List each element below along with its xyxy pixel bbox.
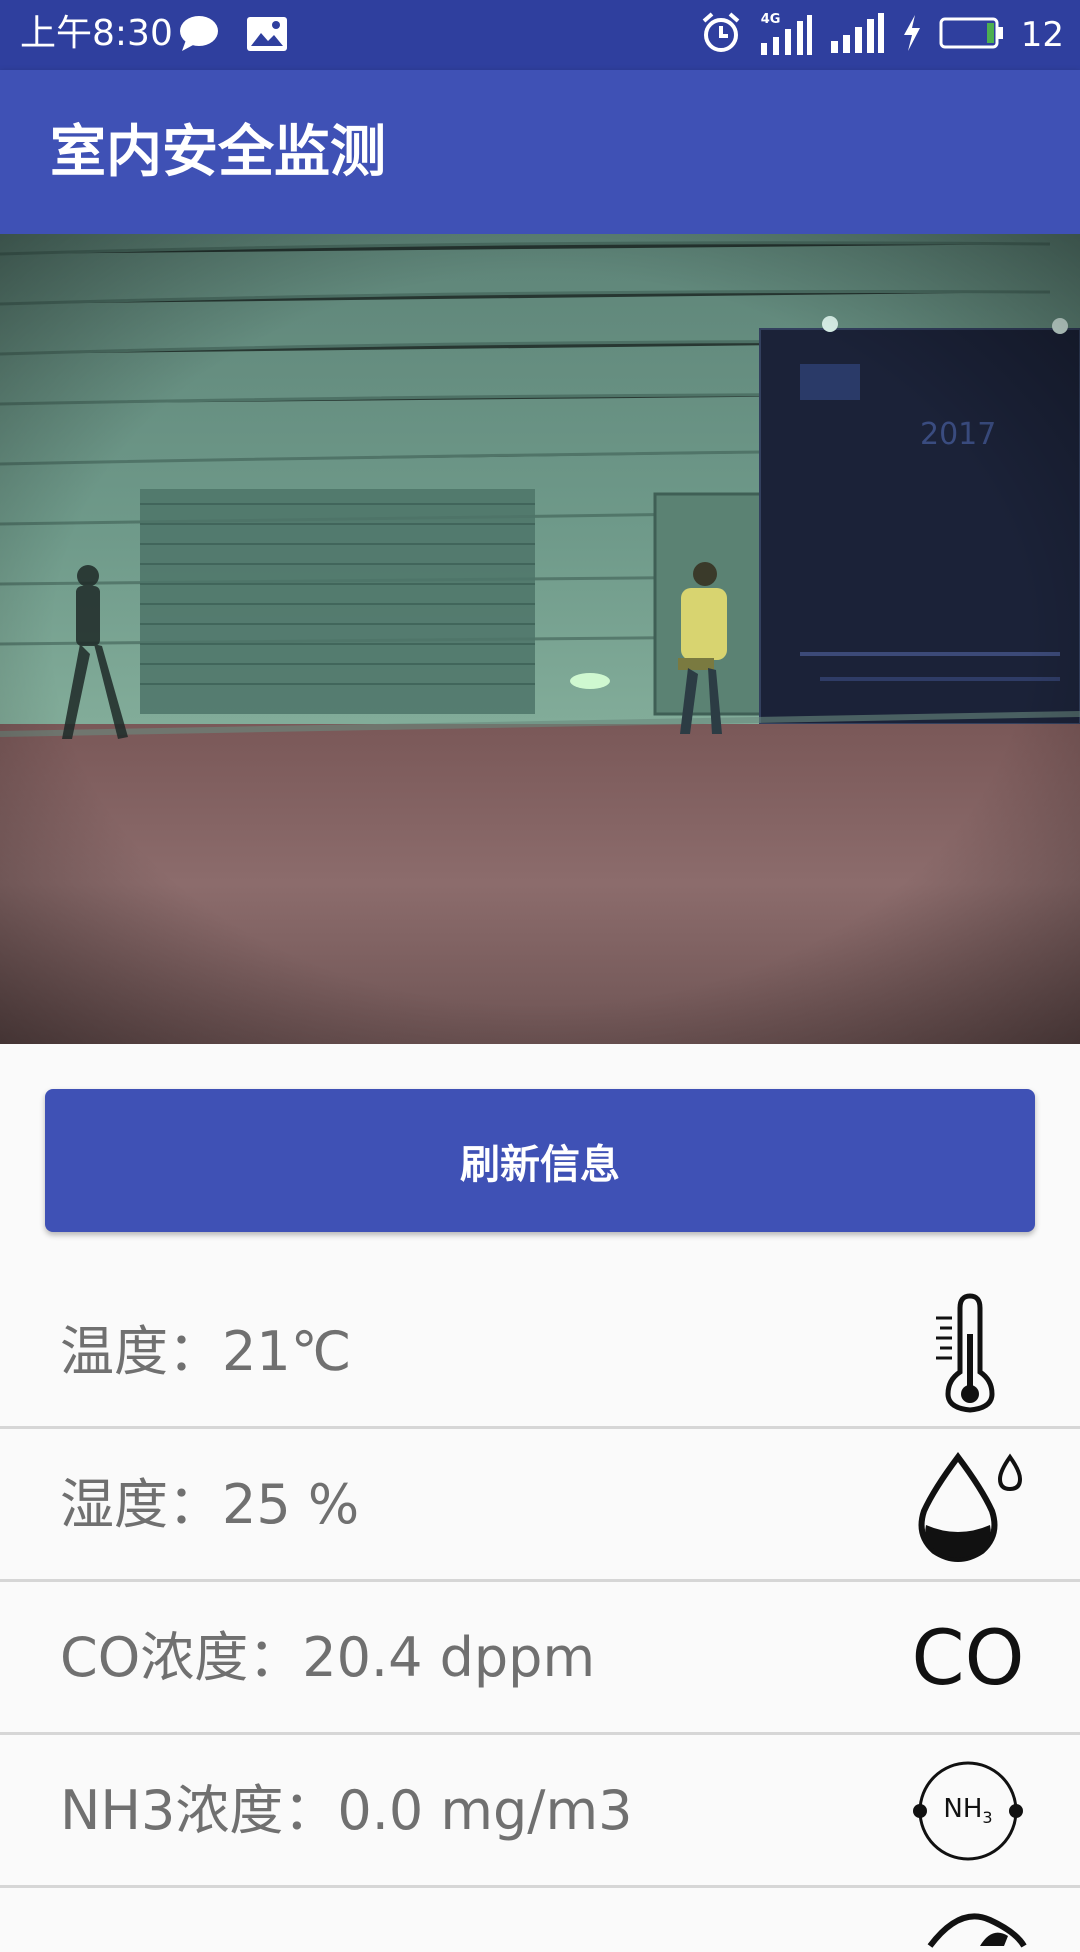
camera-feed: 2017 — [0, 234, 1080, 1044]
sensor-row-nh3: NH3浓度：0.0 mg/m3 NH3 — [0, 1735, 1080, 1888]
signal-bars-icon — [829, 11, 885, 59]
image-notification-icon — [246, 16, 288, 56]
sensor-row-partial — [0, 1888, 1080, 1948]
status-right-icons: 4G 12 — [699, 10, 1064, 60]
sensor-list: 温度：21℃ 湿度：25 % CO浓度：20.4 dppm CO NH3浓度：0… — [0, 1276, 1080, 1948]
signal-4g-icon: 4G — [759, 13, 813, 57]
nh3-icon: NH3 — [906, 1749, 1030, 1873]
humidity-drop-icon — [906, 1443, 1030, 1567]
status-bar: 上午8:30 4G 12 — [0, 0, 1080, 70]
thermometer-icon — [906, 1290, 1030, 1414]
refresh-info-button[interactable]: 刷新信息 — [45, 1089, 1035, 1232]
co-icon-text: CO — [911, 1613, 1025, 1702]
nh3-icon-label: NH3 — [943, 1794, 992, 1827]
humidity-reading: 湿度：25 % — [60, 1473, 360, 1536]
status-time: 上午8:30 — [20, 13, 173, 54]
sensor-row-temperature: 温度：21℃ — [0, 1276, 1080, 1429]
sensor-row-humidity: 湿度：25 % — [0, 1429, 1080, 1582]
co-reading: CO浓度：20.4 dppm — [60, 1626, 596, 1689]
charging-bolt-icon — [901, 13, 923, 57]
chat-bubble-icon — [178, 14, 220, 58]
nh3-reading: NH3浓度：0.0 mg/m3 — [60, 1779, 633, 1842]
sensor-row-co: CO浓度：20.4 dppm CO — [0, 1582, 1080, 1735]
alarm-clock-icon — [699, 11, 743, 59]
co-icon: CO — [906, 1596, 1030, 1720]
temperature-reading: 温度：21℃ — [60, 1320, 352, 1383]
partial-sensor-icon — [920, 1906, 1030, 1952]
battery-icon — [939, 16, 1005, 54]
battery-level: 12 — [1020, 15, 1064, 55]
nh3-icon-text: NH — [943, 1794, 983, 1825]
status-left-icons — [178, 14, 288, 58]
nh3-icon-subscript: 3 — [982, 1808, 993, 1828]
app-bar: 室内安全监测 — [0, 70, 1080, 234]
app-title: 室内安全监测 — [50, 120, 386, 185]
